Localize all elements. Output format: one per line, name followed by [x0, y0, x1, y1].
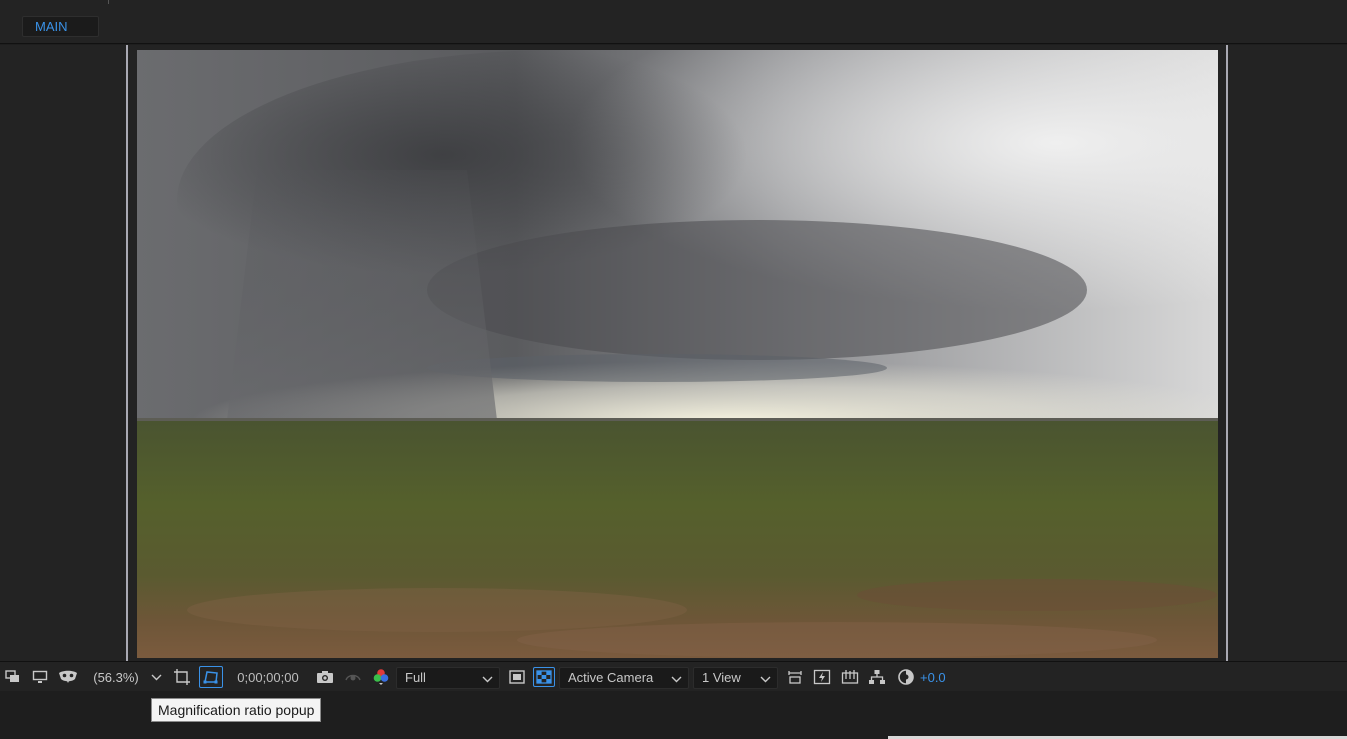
mask-visibility-icon[interactable] [56, 662, 80, 692]
mask-path-icon [203, 671, 218, 684]
snapshot-camera-icon[interactable] [314, 662, 336, 692]
region-of-interest-icon[interactable] [172, 662, 192, 692]
comp-boundary-left [126, 45, 128, 661]
color-channel-icon[interactable] [370, 662, 392, 692]
always-preview-icon[interactable] [3, 662, 23, 692]
view-layout-dropdown[interactable]: 1 View [693, 667, 778, 689]
fast-preview-icon[interactable] [811, 662, 833, 692]
magnification-ratio-popup[interactable]: (56.3%) [88, 662, 144, 692]
resolution-value: Full [405, 670, 426, 685]
transparency-toggle[interactable] [533, 667, 555, 687]
flowchart-icon[interactable] [866, 662, 888, 692]
composition-frame[interactable] [137, 50, 1218, 658]
tab-main[interactable]: MAIN [22, 16, 99, 37]
chevron-down-icon [760, 676, 771, 683]
toggle-pixel-aspect-icon[interactable] [784, 662, 806, 692]
resolution-dropdown[interactable]: Full [396, 667, 500, 689]
camera-value: Active Camera [568, 670, 654, 685]
chevron-down-icon [482, 676, 493, 683]
viewer-tab-bar: MAIN [0, 0, 1347, 44]
storm-landscape-image [137, 50, 1218, 658]
timeline-panel-icon[interactable] [839, 662, 861, 692]
camera-dropdown[interactable]: Active Camera [559, 667, 689, 689]
show-snapshot-icon[interactable] [342, 662, 364, 692]
view-layout-value: 1 View [702, 670, 741, 685]
reset-exposure-icon[interactable] [895, 662, 917, 692]
monitor-icon[interactable] [30, 662, 50, 692]
current-time-display[interactable]: 0;00;00;00 [232, 662, 304, 692]
checkerboard-icon [536, 670, 552, 684]
chevron-down-icon[interactable] [151, 672, 162, 682]
chevron-down-icon [671, 676, 682, 683]
toggle-mask-icon[interactable] [506, 662, 528, 692]
comp-boundary-right [1226, 45, 1228, 661]
exposure-value[interactable]: +0.0 [920, 662, 956, 692]
tab-separator [108, 0, 109, 4]
tooltip: Magnification ratio popup [151, 698, 322, 722]
transparency-grid-toggle[interactable] [199, 666, 223, 688]
viewer-toolbar: (56.3%) 0;00;00;00 Full Active Camera 1 … [0, 661, 1347, 691]
